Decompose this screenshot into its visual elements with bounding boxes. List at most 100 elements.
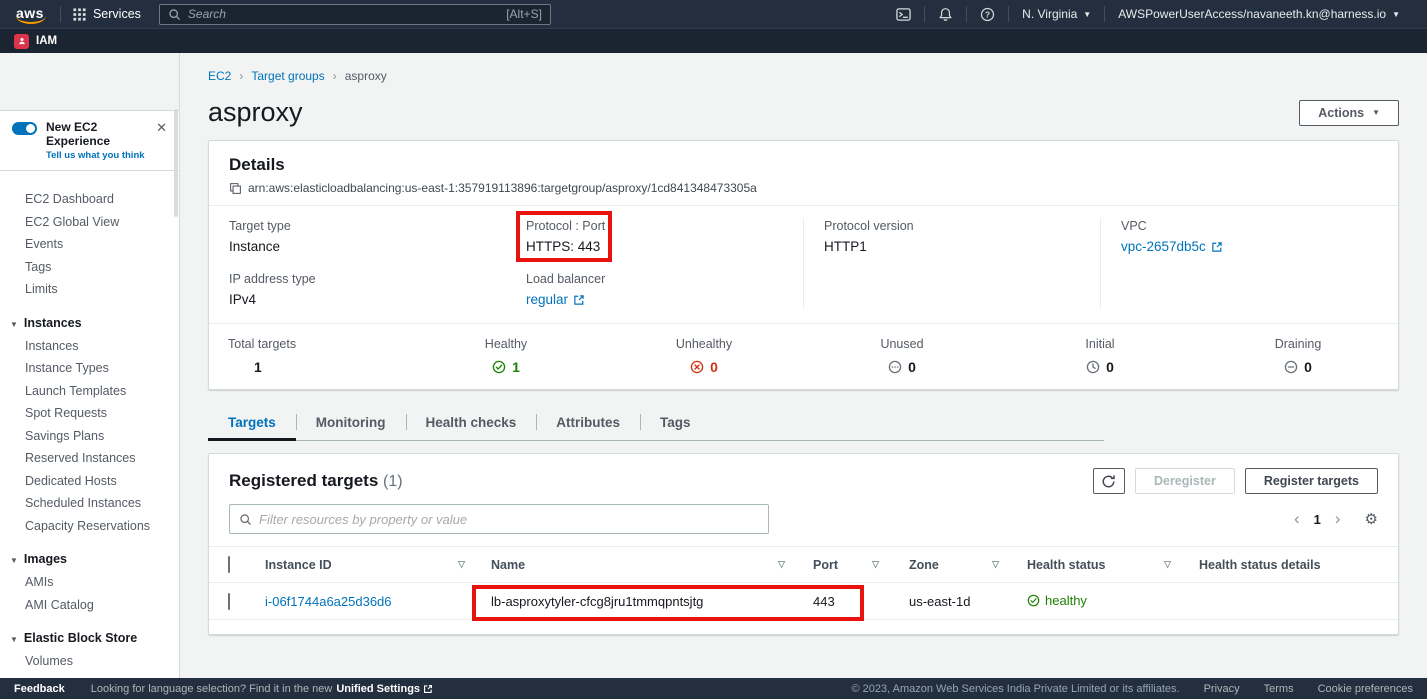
sort-icon[interactable]: ▽ <box>778 559 785 570</box>
target-port-cell: 443 <box>797 594 895 609</box>
breadcrumb-separator-icon: › <box>333 69 337 83</box>
deregister-button[interactable]: Deregister <box>1135 468 1235 494</box>
protocol-version-value: HTTP1 <box>824 238 1080 256</box>
sort-icon[interactable]: ▽ <box>992 559 999 570</box>
unused-label: Unused <box>803 336 1001 352</box>
check-circle-icon <box>492 360 506 374</box>
sort-icon[interactable]: ▽ <box>458 559 465 570</box>
sort-icon[interactable]: ▽ <box>1164 559 1171 570</box>
sidebar-item-volumes[interactable]: Volumes <box>0 650 179 673</box>
sidebar-item-instance-types[interactable]: Instance Types <box>0 357 179 380</box>
chevron-down-icon: ▼ <box>1372 108 1380 117</box>
breadcrumb-ec2[interactable]: EC2 <box>208 69 231 83</box>
breadcrumb-target-groups[interactable]: Target groups <box>251 69 324 83</box>
ec2-target-group-page: { "topnav": { "logo_text": "aws", "servi… <box>0 0 1427 699</box>
caret-down-icon: ▼ <box>10 556 18 565</box>
protocol-port-value: HTTPS: 443 <box>526 238 783 256</box>
ip-address-type-label: IP address type <box>229 271 486 287</box>
caret-down-icon: ▼ <box>10 635 18 644</box>
aws-logo[interactable]: aws <box>14 5 48 24</box>
sidebar-item-ami-catalog[interactable]: AMI Catalog <box>0 594 179 617</box>
close-icon[interactable]: ✕ <box>154 120 169 136</box>
sidebar-item-instances[interactable]: Instances <box>0 335 179 358</box>
cloudshell-button[interactable] <box>883 7 924 22</box>
feedback-button[interactable]: Feedback <box>14 683 65 695</box>
sidebar-item-capacity-reservations[interactable]: Capacity Reservations <box>0 515 179 538</box>
main-content: EC2 › Target groups › asproxy asproxy Ac… <box>180 53 1427 678</box>
sidebar-section-instances[interactable]: ▼Instances <box>0 311 179 335</box>
table-settings-gear-icon[interactable]: ⚙ <box>1365 510 1378 528</box>
column-zone: Zone <box>909 558 939 572</box>
sidebar-item-dedicated-hosts[interactable]: Dedicated Hosts <box>0 470 179 493</box>
sort-icon[interactable]: ▽ <box>872 559 879 570</box>
table-bottom-padding <box>209 620 1398 634</box>
favorites-iam-link[interactable]: IAM <box>36 35 57 47</box>
sidebar-section-images[interactable]: ▼Images <box>0 547 179 571</box>
tab-tags[interactable]: Tags <box>640 406 711 440</box>
page-number[interactable]: 1 <box>1314 512 1321 527</box>
row-checkbox[interactable] <box>228 593 230 610</box>
sidebar-item-ec2-global-view[interactable]: EC2 Global View <box>0 211 179 234</box>
total-targets-label: Total targets <box>228 336 407 352</box>
next-page-icon[interactable]: › <box>1335 512 1341 526</box>
sidebar-item-savings-plans[interactable]: Savings Plans <box>0 425 179 448</box>
tab-health-checks[interactable]: Health checks <box>406 406 537 440</box>
privacy-link[interactable]: Privacy <box>1204 683 1240 695</box>
draining-count: 0 <box>1304 359 1312 375</box>
sidebar-item-scheduled-instances[interactable]: Scheduled Instances <box>0 492 179 515</box>
target-type-value: Instance <box>229 238 486 256</box>
vpc-link[interactable]: vpc-2657db5c <box>1121 238 1223 256</box>
chevron-down-icon: ▼ <box>1083 10 1091 19</box>
healthy-count: 1 <box>512 359 520 375</box>
account-menu[interactable]: AWSPowerUserAccess/navaneeth.kn@harness.… <box>1105 7 1413 21</box>
copy-icon[interactable] <box>229 182 242 195</box>
sidebar-item-amis[interactable]: AMIs <box>0 571 179 594</box>
sidebar-item-tags[interactable]: Tags <box>0 256 179 279</box>
register-targets-button[interactable]: Register targets <box>1245 468 1378 494</box>
breadcrumb-separator-icon: › <box>239 69 243 83</box>
table-row: i-06f1744a6a25d36d6 lb-asproxytyler-cfcg… <box>209 583 1398 620</box>
health-status-cell: healthy <box>1027 593 1087 608</box>
services-menu-button[interactable]: Services <box>73 7 141 21</box>
help-button[interactable]: ? <box>967 7 1008 22</box>
load-balancer-link[interactable]: regular <box>526 291 585 309</box>
instance-id-link[interactable]: i-06f1744a6a25d36d6 <box>265 594 392 609</box>
registered-targets-count: (1) <box>383 473 403 490</box>
tab-targets[interactable]: Targets <box>208 406 296 440</box>
search-input[interactable] <box>188 7 499 21</box>
previous-page-icon[interactable]: ‹ <box>1294 512 1300 526</box>
new-experience-toggle[interactable] <box>12 122 37 135</box>
notifications-button[interactable] <box>925 7 966 22</box>
refresh-button[interactable] <box>1093 468 1125 494</box>
region-selector[interactable]: N. Virginia ▼ <box>1009 7 1104 21</box>
sidebar-item-ec2-dashboard[interactable]: EC2 Dashboard <box>0 188 179 211</box>
sidebar-item-spot-requests[interactable]: Spot Requests <box>0 402 179 425</box>
terms-link[interactable]: Terms <box>1264 683 1294 695</box>
global-search-box[interactable]: [Alt+S] <box>159 4 551 25</box>
sidebar-item-events[interactable]: Events <box>0 233 179 256</box>
actions-button[interactable]: Actions ▼ <box>1299 100 1399 126</box>
page-title: asproxy <box>208 97 303 128</box>
unhealthy-count: 0 <box>710 359 718 375</box>
tab-monitoring[interactable]: Monitoring <box>296 406 406 440</box>
draining-label: Draining <box>1199 336 1397 352</box>
sidebar-item-launch-templates[interactable]: Launch Templates <box>0 380 179 403</box>
top-navigation-bar: aws Services [Alt+S] ? <box>0 0 1427 28</box>
sidebar-section-ebs[interactable]: ▼Elastic Block Store <box>0 626 179 650</box>
feedback-link[interactable]: Tell us what you think <box>46 150 145 161</box>
details-panel: Details arn:aws:elasticloadbalancing:us-… <box>208 140 1399 390</box>
details-grid: Target type Instance IP address type IPv… <box>209 206 1398 323</box>
sidebar-item-reserved-instances[interactable]: Reserved Instances <box>0 447 179 470</box>
sidebar-item-limits[interactable]: Limits <box>0 278 179 301</box>
filter-targets-input[interactable] <box>259 512 759 527</box>
tab-attributes[interactable]: Attributes <box>536 406 640 440</box>
cookie-preferences-link[interactable]: Cookie preferences <box>1318 683 1413 695</box>
sidebar-scrollbar[interactable] <box>174 109 178 217</box>
unhealthy-label: Unhealthy <box>605 336 803 352</box>
breadcrumb: EC2 › Target groups › asproxy <box>180 53 1427 83</box>
console-footer: Feedback Looking for language selection?… <box>0 678 1427 699</box>
select-all-checkbox[interactable] <box>228 556 230 573</box>
unified-settings-link[interactable]: Unified Settings <box>336 683 433 695</box>
table-header-row: Instance ID▽ Name▽ Port▽ Zone▽ Health st… <box>209 546 1398 583</box>
healthy-label: Healthy <box>407 336 605 352</box>
